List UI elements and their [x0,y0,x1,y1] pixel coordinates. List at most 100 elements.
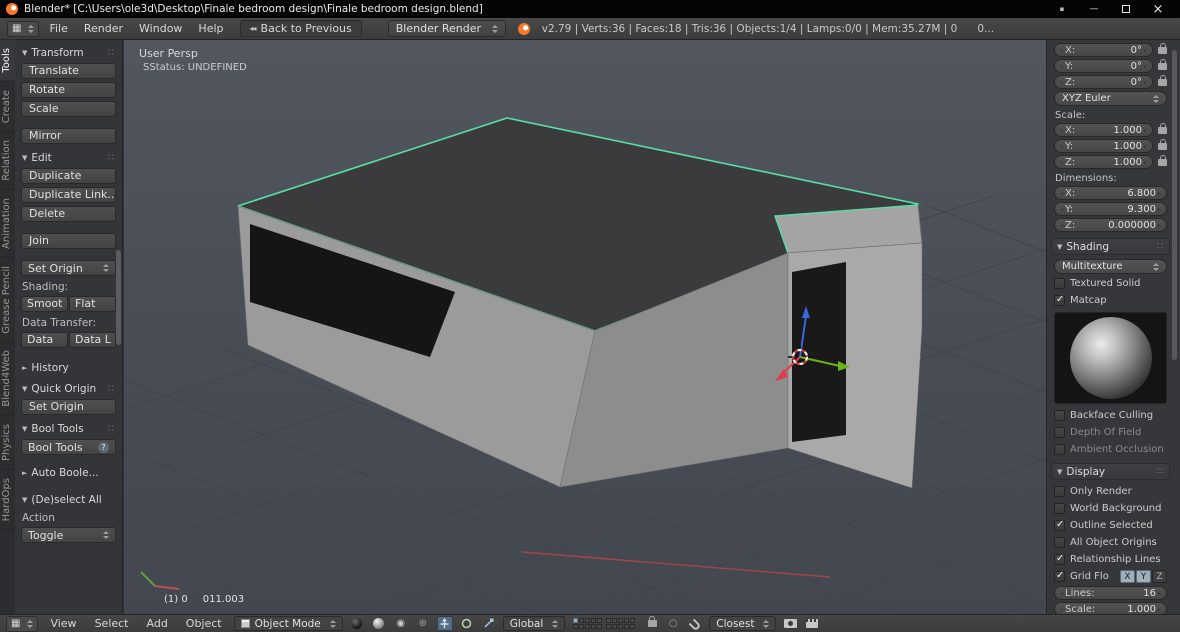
checkbox[interactable] [1054,444,1065,455]
layer-cell[interactable] [573,618,579,623]
dimensions-y-field[interactable]: Y: 9.300 [1054,202,1167,216]
layer-cell[interactable] [606,618,612,623]
menu-window[interactable]: Window [133,22,188,35]
render-engine-dropdown[interactable]: Blender Render [387,20,506,37]
lock-icon[interactable] [1158,154,1167,166]
layer-cell[interactable] [612,624,618,629]
panel-header-quick-origin[interactable]: Quick Origin [21,380,116,396]
backface-culling-row[interactable]: Backface Culling [1054,408,1167,423]
layer-cell[interactable] [606,624,612,629]
proportional-edit-dropdown[interactable]: ○ [665,616,681,631]
layer-cell[interactable] [585,624,591,629]
manipulator-rotate-button[interactable] [459,616,475,631]
menu-help[interactable]: Help [192,22,229,35]
manipulator-translate-button[interactable] [436,616,453,631]
matcap-preview[interactable] [1054,312,1167,404]
menu-select[interactable]: Select [89,617,135,630]
grid-scale-field[interactable]: Scale: 1.000 [1054,602,1167,614]
grid-z-toggle[interactable]: Z [1152,570,1167,583]
drag-dots-icon[interactable] [108,424,115,434]
shade-smooth-button[interactable]: Smoot [21,296,68,312]
editor-type-selector[interactable]: ▦ [6,615,39,632]
tab-blend4web[interactable]: Blend4Web [0,342,15,416]
grid-floor-row[interactable]: Grid Flo X Y Z [1054,569,1167,584]
minimize-button[interactable] [1078,1,1110,17]
checkbox[interactable] [1054,427,1065,438]
set-origin-dropdown[interactable]: Set Origin [21,260,116,276]
scale-x-field[interactable]: X: 1.000 [1054,123,1153,137]
viewport-shading-dropdown[interactable] [349,616,365,631]
layer-cell[interactable] [624,618,630,623]
tool-shelf-scrollbar[interactable] [116,250,121,345]
properties-scrollbar[interactable] [1172,50,1177,360]
snap-toggle-button[interactable] [687,616,703,631]
back-to-previous-button[interactable]: Back to Previous [239,20,362,37]
panel-header-edit[interactable]: Edit [21,149,116,165]
layer-cell[interactable] [597,624,603,629]
only-render-row[interactable]: Only Render [1054,484,1167,499]
data-button[interactable]: Data [21,332,68,348]
duplicate-linked-button[interactable]: Duplicate Link... [21,187,116,203]
drag-dots-icon[interactable] [108,153,115,163]
drag-dots-icon[interactable] [108,48,115,58]
dimensions-x-field[interactable]: X: 6.800 [1054,186,1167,200]
bool-tools-button[interactable]: Bool Tools [21,439,116,455]
layer-cell[interactable] [597,618,603,623]
rotation-z-field[interactable]: Z: 0° [1054,75,1153,89]
quick-set-origin-button[interactable]: Set Origin [21,399,116,415]
layer-cell[interactable] [618,624,624,629]
layer-cell[interactable] [573,624,579,629]
opengl-render-button[interactable] [782,616,798,631]
menu-add[interactable]: Add [141,617,174,630]
panel-header-transform[interactable]: Transform [21,44,116,60]
layer-cell[interactable] [585,618,591,623]
layer-cell[interactable] [591,624,597,629]
checkbox[interactable] [1054,410,1065,421]
opengl-render-anim-button[interactable] [804,616,820,631]
tab-physics[interactable]: Physics [0,415,15,470]
layer-block[interactable] [573,618,603,629]
panel-header-history[interactable]: History [21,359,116,375]
matcap-row[interactable]: Matcap [1054,293,1167,308]
orientation-dropdown[interactable]: Global [502,616,566,631]
relationship-lines-row[interactable]: Relationship Lines [1054,552,1167,567]
3d-scene[interactable] [124,40,1046,614]
checkbox[interactable] [1054,570,1065,582]
pivot-dropdown[interactable]: ◉ [393,616,409,631]
all-object-origins-row[interactable]: All Object Origins [1054,535,1167,550]
panel-header-display[interactable]: Display [1051,463,1170,480]
lock-icon[interactable] [1158,42,1167,54]
mode-dropdown[interactable]: Object Mode [233,616,343,631]
textured-solid-row[interactable]: Textured Solid [1054,276,1167,291]
checkbox[interactable] [1054,537,1065,548]
grid-y-toggle[interactable]: Y [1136,570,1151,583]
editor-type-selector[interactable]: ▦ [7,20,40,37]
rotate-button[interactable]: Rotate [21,82,116,98]
3d-viewport[interactable]: User Persp SStatus: UNDEFINED (1) 0 011.… [124,40,1046,614]
tab-tools[interactable]: Tools [0,40,15,82]
layer-cell[interactable] [630,618,636,623]
panel-header-shading[interactable]: Shading [1051,238,1170,255]
duplicate-button[interactable]: Duplicate [21,168,116,184]
snap-target-dropdown[interactable]: Closest [709,616,777,631]
checkbox[interactable] [1054,503,1065,514]
layer-block[interactable] [606,618,636,629]
rotation-y-field[interactable]: Y: 0° [1054,59,1153,73]
layer-cell[interactable] [630,624,636,629]
menu-file[interactable]: File [43,22,73,35]
layer-cell[interactable] [612,618,618,623]
layer-cell[interactable] [624,624,630,629]
manipulator-scale-button[interactable] [481,616,497,631]
grid-lines-field[interactable]: Lines: 16 [1054,586,1167,600]
drag-dots-icon[interactable] [1157,467,1164,477]
pivot-align-toggle[interactable]: ⊕ [415,616,431,631]
lock-icon[interactable] [1158,122,1167,134]
scale-y-field[interactable]: Y: 1.000 [1054,139,1153,153]
layer-cell[interactable] [579,618,585,623]
checkbox[interactable] [1054,519,1065,531]
rotation-x-field[interactable]: X: 0° [1054,43,1153,57]
checkbox[interactable] [1054,294,1065,306]
layers-widget[interactable] [573,618,636,629]
rotation-mode-dropdown[interactable]: XYZ Euler [1054,91,1167,106]
shading-mode-dropdown[interactable]: Multitexture [1054,259,1167,274]
